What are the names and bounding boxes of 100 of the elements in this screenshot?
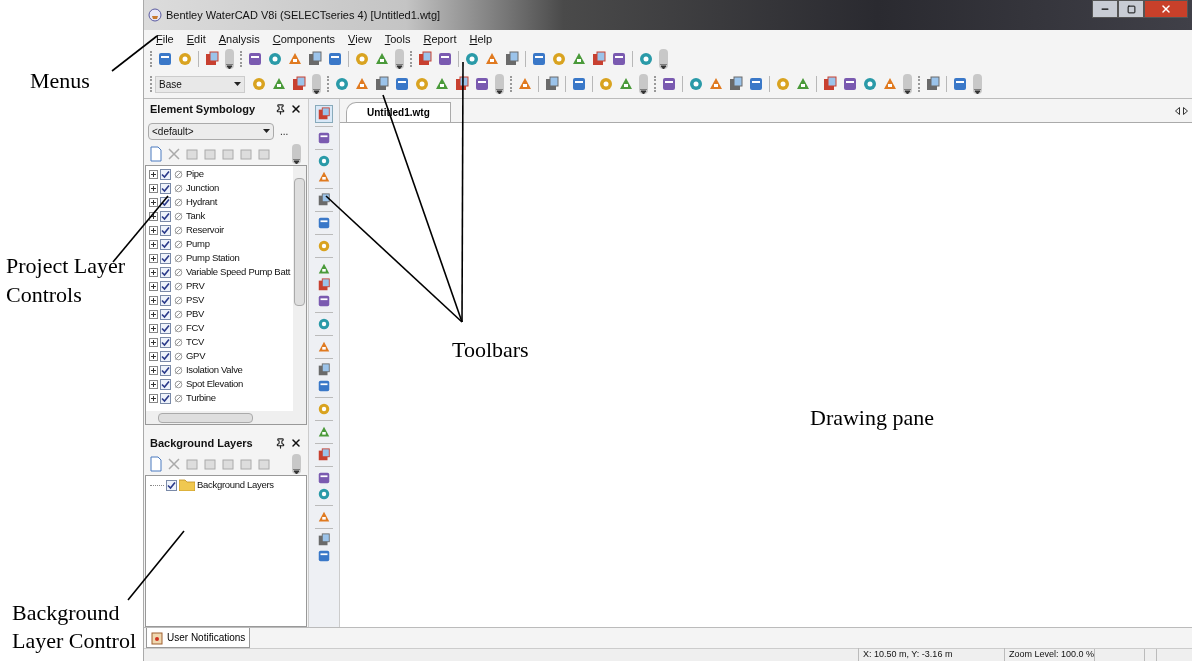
layer-label[interactable]: GPV <box>186 348 206 364</box>
window-title: Bentley WaterCAD V8i (SELECTseries 4) [Untitled1.wtg] <box>166 7 441 23</box>
layer-checkbox[interactable] <box>160 308 171 320</box>
annotation-label: Toolbars <box>452 336 529 364</box>
toolbar-overflow-handle[interactable] <box>395 49 404 69</box>
layer-checkbox[interactable] <box>160 294 171 306</box>
toolbar-overflow-handle[interactable] <box>312 74 321 94</box>
layer-checkbox[interactable] <box>160 350 171 362</box>
toolbar-overflow-handle[interactable] <box>903 74 912 94</box>
expand-icon[interactable] <box>149 211 158 221</box>
layer-checkbox[interactable] <box>160 378 171 390</box>
symbol-icon <box>174 169 183 179</box>
layer-checkbox[interactable] <box>160 392 171 404</box>
layer-checkbox[interactable] <box>160 182 171 194</box>
menu-item[interactable]: Analysis <box>218 30 260 48</box>
pin-icon[interactable] <box>275 103 286 115</box>
horizontal-scrollbar[interactable] <box>146 411 306 424</box>
layer-checkbox[interactable] <box>160 364 171 376</box>
symbol-icon <box>174 253 183 263</box>
minimize-button[interactable] <box>1092 0 1118 18</box>
expand-icon[interactable] <box>149 239 158 249</box>
symbol-icon <box>174 281 183 291</box>
layer-label[interactable]: Turbine <box>186 390 216 406</box>
menu-item[interactable]: Edit <box>186 30 206 48</box>
layer-label[interactable]: TCV <box>186 334 205 350</box>
scroll-right-icon[interactable] <box>1183 106 1188 115</box>
layer-checkbox[interactable] <box>160 336 171 348</box>
toolbar-overflow-handle[interactable] <box>292 144 301 164</box>
toolbar-overflow-handle[interactable] <box>639 74 648 94</box>
expand-icon[interactable] <box>149 169 158 179</box>
layer-label[interactable]: Isolation Valve <box>186 362 243 378</box>
toolbar-overflow-handle[interactable] <box>495 74 504 94</box>
menu-item[interactable]: File <box>156 30 174 48</box>
menu-item[interactable]: Help <box>469 30 493 48</box>
layer-label[interactable]: Variable Speed Pump Batt <box>186 264 291 280</box>
leader-line <box>111 35 158 72</box>
layer-label[interactable]: Background Layers <box>197 477 274 493</box>
layer-checkbox[interactable] <box>160 238 171 250</box>
more-button[interactable]: ... <box>280 123 289 139</box>
toolbar-overflow-handle[interactable] <box>973 74 982 94</box>
expand-icon[interactable] <box>149 267 158 277</box>
expand-icon[interactable] <box>149 295 158 305</box>
layer-label[interactable]: PRV <box>186 278 205 294</box>
bottom-tab[interactable]: User Notifications <box>146 628 251 648</box>
layer-checkbox[interactable] <box>160 210 171 222</box>
scroll-left-icon[interactable] <box>1175 106 1180 115</box>
expand-icon[interactable] <box>149 337 158 347</box>
close-icon[interactable] <box>290 103 302 115</box>
layer-label[interactable]: PBV <box>186 306 205 322</box>
layer-checkbox[interactable] <box>160 266 171 278</box>
menu-item[interactable]: Tools <box>384 30 411 48</box>
layer-label[interactable]: Tank <box>186 208 205 224</box>
close-icon[interactable] <box>290 437 302 449</box>
layer-checkbox[interactable] <box>160 322 171 334</box>
pin-icon[interactable] <box>275 437 286 449</box>
expand-icon[interactable] <box>149 393 158 403</box>
tool-icon[interactable] <box>454 76 470 92</box>
expand-icon[interactable] <box>149 225 158 235</box>
layer-checkbox[interactable] <box>160 224 171 236</box>
menu-item[interactable]: View <box>348 30 372 48</box>
menu-item[interactable]: Components <box>272 30 336 48</box>
toolbar-overflow-handle[interactable] <box>225 49 234 69</box>
symbol-icon <box>174 183 183 193</box>
close-button[interactable] <box>1144 0 1188 18</box>
scenario-dropdown[interactable]: Base <box>155 75 245 93</box>
expand-icon[interactable] <box>149 197 158 207</box>
layer-checkbox[interactable] <box>160 252 171 264</box>
expand-icon[interactable] <box>149 309 158 319</box>
expand-icon[interactable] <box>149 365 158 375</box>
toolbar-overflow-handle[interactable] <box>659 49 668 69</box>
layer-checkbox[interactable] <box>160 196 171 208</box>
annotation-label: Project Layer Controls <box>6 252 127 309</box>
expand-icon[interactable] <box>149 379 158 389</box>
layer-checkbox[interactable] <box>166 479 177 491</box>
layer-label[interactable]: Pipe <box>186 166 204 182</box>
annotation-label: Background Layer Control <box>12 599 138 655</box>
expand-icon[interactable] <box>149 281 158 291</box>
expand-icon[interactable] <box>149 323 158 333</box>
expand-icon[interactable] <box>149 253 158 263</box>
layer-label[interactable]: FCV <box>186 320 205 336</box>
symbol-icon <box>174 351 183 361</box>
layer-label[interactable]: Hydrant <box>186 194 218 210</box>
layer-label[interactable]: Reservoir <box>186 222 224 238</box>
layer-label[interactable]: Spot Elevation <box>186 376 244 392</box>
close-icon <box>1160 3 1172 15</box>
layer-label[interactable]: Pump <box>186 236 210 252</box>
profile-dropdown[interactable]: <default> <box>148 122 274 140</box>
menu-item[interactable]: Report <box>423 30 457 48</box>
layer-checkbox[interactable] <box>160 280 171 292</box>
maximize-button[interactable] <box>1118 0 1144 18</box>
expand-icon[interactable] <box>149 183 158 193</box>
tool-icon[interactable] <box>317 193 331 207</box>
layer-label[interactable]: PSV <box>186 292 205 308</box>
expand-icon[interactable] <box>149 351 158 361</box>
layer-label[interactable]: Junction <box>186 180 219 196</box>
layer-checkbox[interactable] <box>160 168 171 180</box>
vertical-scrollbar[interactable] <box>293 166 306 411</box>
symbol-icon <box>174 267 183 277</box>
toolbar-overflow-handle[interactable] <box>292 454 301 474</box>
layer-label[interactable]: Pump Station <box>186 250 240 266</box>
